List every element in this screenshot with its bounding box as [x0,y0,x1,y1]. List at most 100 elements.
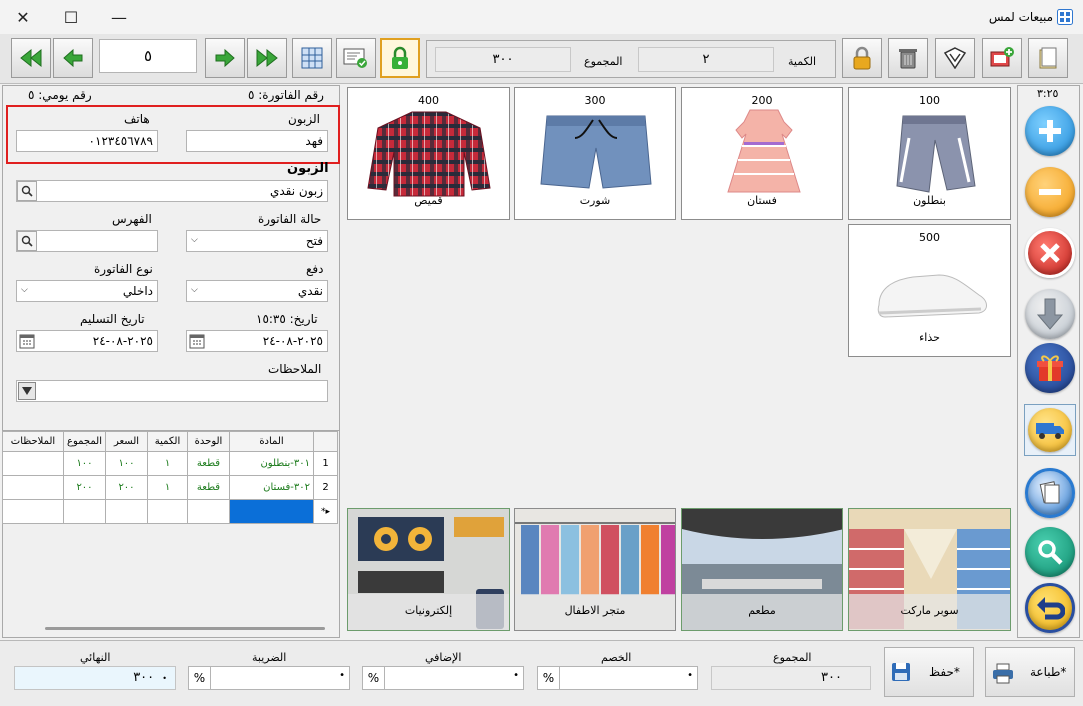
search-button[interactable] [1025,527,1075,577]
triangle-down-icon [22,387,32,395]
delivery-date-picker[interactable]: ٢٠٢٥-٠٨-٢٤ [16,330,158,352]
product-tile-shoes[interactable]: 500 حذاء [848,224,1011,357]
extra-percent-toggle[interactable]: % [363,667,385,689]
maximize-button[interactable]: ☐ [48,4,94,30]
category-tile-supermarket[interactable]: سوبر ماركت [848,508,1011,631]
delivery-button[interactable] [1024,404,1076,456]
minus-icon [1039,189,1061,195]
horizontal-scrollbar[interactable] [3,625,339,631]
price-cell[interactable]: ١٠٠ [105,451,148,476]
increase-button[interactable] [1025,106,1075,156]
documents-button[interactable] [1025,468,1075,518]
category-tile-kids-store[interactable]: متجر الاطفال [514,508,676,631]
previous-record-button[interactable] [53,38,93,78]
delete-button[interactable] [888,38,928,78]
scrollbar-thumb[interactable] [45,627,325,630]
status-select[interactable]: ⌵ فتح [186,230,328,252]
unit-cell[interactable]: قطعة [187,451,230,476]
tax-label: الضريبة [252,651,287,664]
right-arrow-icon [215,48,235,68]
documents-icon [1039,481,1060,504]
add-doc-icon [990,47,1014,67]
record-number-field[interactable]: ٥ [99,39,197,73]
save-button[interactable]: حفظ* [884,647,974,697]
final-dot: • [162,674,167,683]
empty-cell[interactable] [63,499,106,524]
category-tile-electronics[interactable]: إلكترونيات [347,508,510,631]
date-picker[interactable]: ٢٠٢٥-٠٨-٢٤ [186,330,328,352]
table-row[interactable]: 1 ٣٠١-بنطلون قطعة ١ ١٠٠ ١٠٠ [2,451,338,476]
total-cell[interactable]: ١٠٠ [63,451,106,476]
discount-percent-toggle[interactable]: % [538,667,560,689]
extra-label: الإضافي [425,651,462,664]
shorts-image [540,115,652,189]
gift-button[interactable] [1025,343,1075,393]
customer-search-button[interactable] [17,181,37,201]
qty-cell[interactable]: ١ [147,475,188,500]
item-cell[interactable]: ٣٠٢-فستان [229,475,314,500]
chevron-down-icon: ⌵ [191,285,198,295]
grid-view-button[interactable] [292,38,332,78]
calendar-icon[interactable] [187,331,207,351]
new-row[interactable]: ▸* [2,499,338,524]
minimize-button[interactable]: — [96,4,142,30]
final-total-value: ٣٠٠ • [14,666,176,690]
notes-input[interactable] [16,380,328,402]
notes-dropdown-button[interactable] [18,382,36,400]
add-document-button[interactable] [982,38,1022,78]
price-cell[interactable]: ٢٠٠ [105,475,148,500]
status-label: حالة الفاتورة [258,212,322,226]
unit-cell[interactable]: قطعة [187,475,230,500]
table-row[interactable]: 2 ٣٠٢-فستان قطعة ١ ٢٠٠ ٢٠٠ [2,475,338,500]
notes-cell[interactable] [2,451,64,476]
print-button[interactable]: طباعة* [985,647,1075,697]
empty-cell[interactable] [2,499,64,524]
lock-button[interactable] [842,38,882,78]
last-record-button[interactable] [247,38,287,78]
qty-cell[interactable]: ١ [147,451,188,476]
customer-account-value: زبون نقدي [269,184,323,198]
selected-cell[interactable] [229,499,314,524]
product-tile-shorts[interactable]: 300 شورت [514,87,676,220]
phone-input[interactable]: ٠١٢٣٤٥٦٧٨٩ [16,130,158,152]
customer-name-input[interactable]: فهد [186,130,328,152]
notes-cell[interactable] [2,475,64,500]
invoice-type-select[interactable]: ⌵ داخلي [16,280,158,302]
tax-input[interactable]: % • [188,666,350,690]
total-cell[interactable]: ٢٠٠ [63,475,106,500]
gold-lock-icon [853,46,871,70]
empty-cell[interactable] [105,499,148,524]
product-tile-dress[interactable]: 200 فستان [681,87,843,220]
item-cell[interactable]: ٣٠١-بنطلون [229,451,314,476]
extra-input[interactable]: % • [362,666,524,690]
invoice-number-label: رقم الفاتورة: ٥ [248,88,324,102]
index-search-button[interactable] [17,231,37,251]
move-down-button[interactable] [1025,289,1075,339]
payment-select[interactable]: ⌵ نقدي [186,280,328,302]
new-invoice-button[interactable] [1028,38,1068,78]
product-tile-shirt[interactable]: 400 قميص [347,87,510,220]
discount-button[interactable] [935,38,975,78]
product-tile-pants[interactable]: 100 بنطلون [848,87,1011,220]
column-header: المجموع [63,431,106,452]
category-tile-restaurant[interactable]: مطعم [681,508,843,631]
calendar-icon[interactable] [17,331,37,351]
tax-percent-toggle[interactable]: % [189,667,211,689]
discount-input[interactable]: % • [537,666,698,690]
first-record-button[interactable] [11,38,51,78]
product-name: بنطلون [913,194,946,207]
close-button[interactable]: ✕ [0,4,46,30]
decrease-button[interactable] [1025,167,1075,217]
empty-cell[interactable] [147,499,188,524]
remove-item-button[interactable] [1025,228,1075,278]
index-field[interactable] [16,230,158,252]
arrow-down-icon [1036,298,1064,330]
next-record-button[interactable] [205,38,245,78]
lock-toggle-button[interactable] [380,38,420,78]
bill-button[interactable] [336,38,376,78]
empty-cell[interactable] [187,499,230,524]
dress-image [727,109,801,193]
footer-total-value: ٣٠٠ [711,666,871,690]
return-button[interactable] [1025,583,1075,633]
customer-account-field[interactable]: زبون نقدي [16,180,328,202]
